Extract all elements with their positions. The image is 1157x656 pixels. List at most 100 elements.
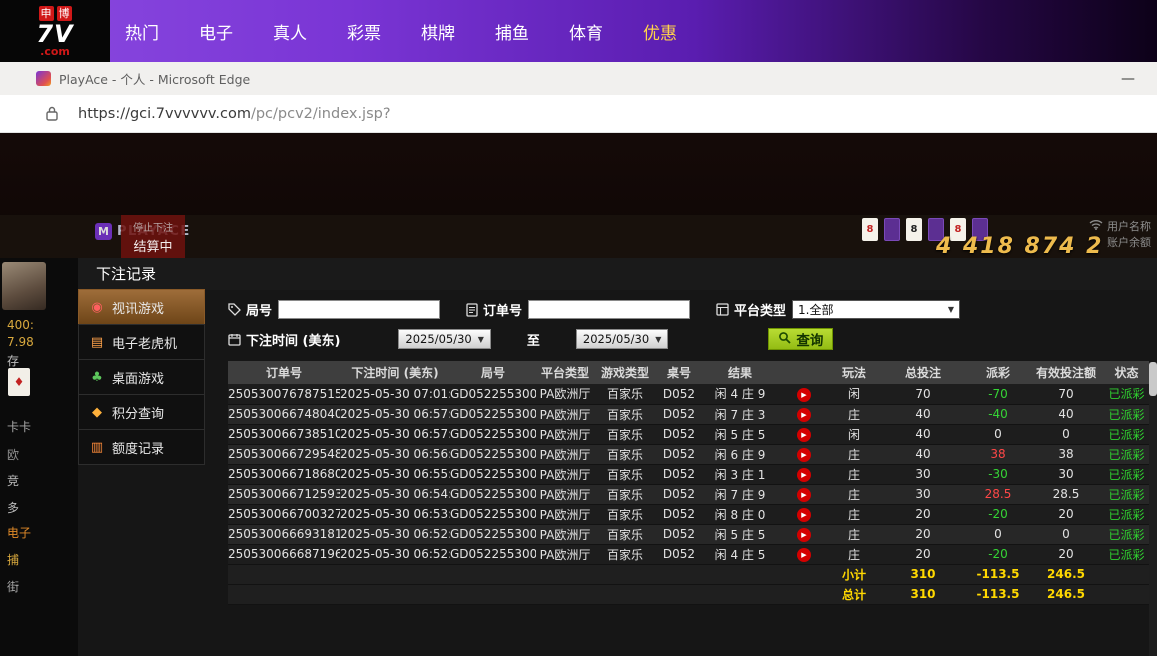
cell-status: 已派彩 bbox=[1104, 524, 1149, 544]
card-game-icon[interactable]: ♦ bbox=[8, 368, 30, 396]
cell-order-no: 250530066748040 bbox=[228, 404, 340, 424]
play-video-button[interactable]: ▶ bbox=[797, 548, 811, 562]
cell-bet-side: 闲 bbox=[830, 424, 878, 444]
cell-order-no: 250530066738510 bbox=[228, 424, 340, 444]
menu-item-label: 桌面游戏 bbox=[112, 368, 164, 387]
play-video-button[interactable]: ▶ bbox=[797, 388, 811, 402]
balance-line: 账户余额 bbox=[1089, 235, 1151, 251]
quota-icon: ▥ bbox=[89, 440, 105, 455]
order-input[interactable] bbox=[528, 300, 690, 319]
cell-valid-bet: 40 bbox=[1028, 404, 1104, 424]
table-row[interactable]: 2505300667480402025-05-30 06:57:54GD0522… bbox=[228, 404, 1149, 424]
background-sidebar: ♦ 400: 7.98 存卡卡欧竞多电子捕街 bbox=[0, 258, 78, 656]
menu-item-quota[interactable]: ▥额度记录 bbox=[78, 429, 205, 465]
subtotal-valid-bet: 246.5 bbox=[1028, 564, 1104, 584]
nav-item-7[interactable]: 体育 bbox=[556, 19, 616, 44]
nav-item-1[interactable]: 热门 bbox=[112, 19, 172, 44]
sidebar-fragment[interactable]: 欧 bbox=[7, 446, 19, 463]
play-video-button[interactable]: ▶ bbox=[797, 508, 811, 522]
cell-order-no: 250530066712593 bbox=[228, 484, 340, 504]
play-video-button[interactable]: ▶ bbox=[797, 488, 811, 502]
date-to-picker[interactable]: 2025/05/30 ▼ bbox=[576, 329, 668, 349]
play-video-button[interactable]: ▶ bbox=[797, 468, 811, 482]
table-row[interactable]: 2505300767875152025-05-30 07:01:36GD0522… bbox=[228, 384, 1149, 404]
date-from-picker[interactable]: 2025/05/30 ▼ bbox=[398, 329, 490, 349]
nav-item-5[interactable]: 棋牌 bbox=[408, 19, 468, 44]
sidebar-fragment[interactable]: 街 bbox=[7, 578, 19, 595]
table-row[interactable]: 2505300666871962025-05-30 06:52:27GD0522… bbox=[228, 544, 1149, 564]
total-payout: -113.5 bbox=[968, 584, 1028, 604]
table-row[interactable]: 2505300667295482025-05-30 06:56:13GD0522… bbox=[228, 444, 1149, 464]
nav-item-8[interactable]: 优惠 bbox=[630, 19, 690, 44]
nav-item-2[interactable]: 电子 bbox=[186, 19, 246, 44]
table-row[interactable]: 2505300667385102025-05-30 06:57:00GD0522… bbox=[228, 424, 1149, 444]
modal-menu: ◉视讯游戏▤电子老虎机♣桌面游戏 ◆ 积分查询 ▥额度记录 bbox=[78, 290, 205, 656]
nav-item-6[interactable]: 捕鱼 bbox=[482, 19, 542, 44]
table-row[interactable]: 2505300666931812025-05-30 06:52:58GD0522… bbox=[228, 524, 1149, 544]
search-button[interactable]: 查询 bbox=[768, 328, 833, 350]
cell-status: 已派彩 bbox=[1104, 464, 1149, 484]
date-to-value: 2025/05/30 bbox=[583, 332, 649, 346]
sidebar-fragment[interactable]: 7.98 bbox=[7, 335, 34, 349]
avatar[interactable] bbox=[2, 262, 46, 310]
play-video-button[interactable]: ▶ bbox=[797, 428, 811, 442]
sidebar-fragment[interactable]: 电子 bbox=[7, 524, 31, 541]
to-label: 至 bbox=[527, 330, 540, 349]
table-row[interactable]: 2505300667003272025-05-30 06:53:39GD0522… bbox=[228, 504, 1149, 524]
logo-text: 7V bbox=[36, 22, 73, 46]
minimize-button[interactable]: — bbox=[1113, 71, 1143, 87]
total-valid-bet: 246.5 bbox=[1028, 584, 1104, 604]
play-video-button[interactable]: ▶ bbox=[797, 528, 811, 542]
scrollbar-thumb[interactable] bbox=[1149, 362, 1157, 396]
cell-platform: PA欧洲厅 bbox=[536, 504, 594, 524]
column-header: 局号 bbox=[450, 361, 536, 384]
platform-filter: 平台类型 1.全部 ▼ bbox=[716, 300, 960, 319]
nav-item-3[interactable]: 真人 bbox=[260, 19, 320, 44]
cell-payout: 0 bbox=[968, 524, 1028, 544]
menu-item-slot-machine[interactable]: ▤电子老虎机 bbox=[78, 324, 205, 360]
cell-payout: 0 bbox=[968, 424, 1028, 444]
sidebar-fragment[interactable]: 多 bbox=[7, 499, 19, 516]
cell-platform: PA欧洲厅 bbox=[536, 544, 594, 564]
sidebar-fragment[interactable]: 竞 bbox=[7, 472, 19, 489]
sidebar-fragment[interactable]: 卡卡 bbox=[7, 418, 31, 435]
document-icon bbox=[466, 303, 478, 317]
site-logo[interactable]: 申 博 7V .com bbox=[0, 0, 110, 62]
nav-item-4[interactable]: 彩票 bbox=[334, 19, 394, 44]
cell-payout: 28.5 bbox=[968, 484, 1028, 504]
header-row: 订单号下注时间 (美东)局号平台类型游戏类型桌号结果玩法总投注派彩有效投注额状态 bbox=[228, 361, 1149, 384]
play-video-button[interactable]: ▶ bbox=[797, 408, 811, 422]
scrollbar[interactable] bbox=[1149, 362, 1157, 656]
menu-item-points[interactable]: ◆ 积分查询 bbox=[78, 394, 205, 430]
table-row[interactable]: 2505300667186802025-05-30 06:55:17GD0522… bbox=[228, 464, 1149, 484]
subtotal-label: 小计 bbox=[830, 564, 878, 584]
platform-select[interactable]: 1.全部 ▼ bbox=[792, 300, 960, 319]
cell-game-type: 百家乐 bbox=[594, 484, 656, 504]
cell-bet-time: 2025-05-30 06:52:58 bbox=[340, 524, 450, 544]
subtotal-status-blank bbox=[1104, 564, 1149, 584]
browser-titlebar[interactable]: PlayAce - 个人 - Microsoft Edge — bbox=[0, 62, 1157, 95]
address-bar[interactable]: https://gci.7vvvvvv.com/pc/pcv2/index.js… bbox=[0, 95, 1157, 133]
cell-table-no: D052 bbox=[656, 524, 702, 544]
playing-card: 8 bbox=[906, 218, 922, 241]
sidebar-fragment[interactable]: 400: bbox=[7, 318, 34, 332]
play-video-button[interactable]: ▶ bbox=[797, 448, 811, 462]
modal-title: 下注记录 bbox=[78, 258, 1157, 290]
sidebar-fragment[interactable]: 捕 bbox=[7, 551, 19, 568]
cell-status: 已派彩 bbox=[1104, 444, 1149, 464]
points-icon: ◆ bbox=[89, 405, 105, 420]
lock-icon[interactable] bbox=[46, 106, 58, 121]
bet-records-modal: 下注记录 ◉视讯游戏▤电子老虎机♣桌面游戏 ◆ 积分查询 ▥额度记录 局号 订单号 bbox=[78, 258, 1157, 656]
bet-time-label: 下注时间 (美东) bbox=[246, 330, 340, 349]
logo-suffix: .com bbox=[40, 47, 70, 56]
menu-item-video-game[interactable]: ◉视讯游戏 bbox=[78, 289, 205, 325]
table-row[interactable]: 2505300667125932025-05-30 06:54:43GD0522… bbox=[228, 484, 1149, 504]
order-filter: 订单号 bbox=[466, 300, 690, 319]
cell-payout: -40 bbox=[968, 404, 1028, 424]
round-input[interactable] bbox=[278, 300, 440, 319]
menu-item-label: 积分查询 bbox=[112, 403, 164, 422]
total-spacer bbox=[228, 584, 830, 604]
sidebar-fragment[interactable]: 存 bbox=[7, 352, 19, 369]
menu-item-table-game[interactable]: ♣桌面游戏 bbox=[78, 359, 205, 395]
cell-round-no: GD052255300PN bbox=[450, 444, 536, 464]
